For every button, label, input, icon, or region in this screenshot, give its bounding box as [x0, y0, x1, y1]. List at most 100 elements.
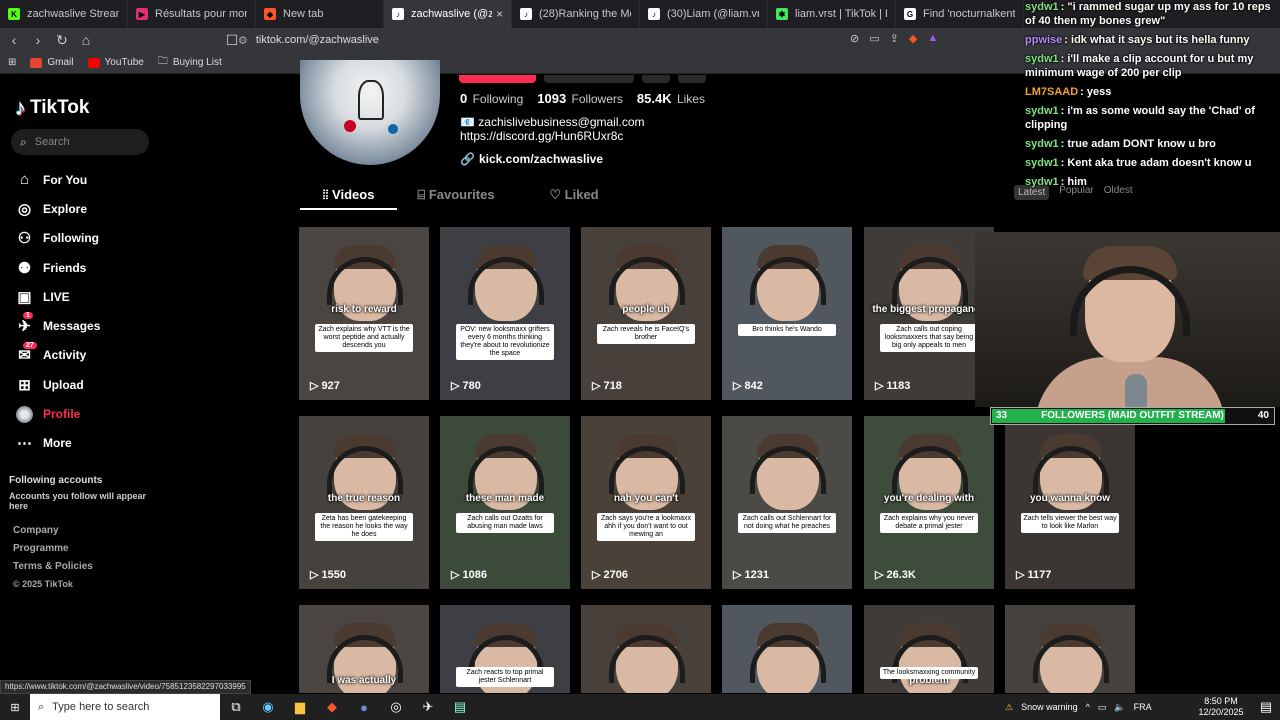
video-card[interactable]: Zach reacts to top primal jester Schlenn…	[440, 605, 570, 693]
video-card[interactable]: these man made Zach calls out Ozatts for …	[440, 416, 570, 589]
followers-label: Followers	[571, 92, 623, 106]
sidebar-item-explore[interactable]: ◎ Explore	[15, 194, 100, 223]
edit-profile-button[interactable]	[459, 75, 536, 83]
no-tracking-icon[interactable]: ⊘	[850, 32, 859, 45]
tab-favicon-icon: ◆	[264, 8, 276, 20]
browser-tab[interactable]: ◆ New tab	[256, 0, 384, 28]
video-card[interactable]: nah you can't Zach says you're a lookmaxx…	[581, 416, 711, 589]
network-icon[interactable]: ▭	[1098, 702, 1107, 713]
taskbar-search-input[interactable]: ⌕ Type here to search	[30, 694, 220, 720]
chat-message: sydw1: i'll make a clip account for u bu…	[1022, 52, 1280, 80]
profile-link[interactable]: 🔗 kick.com/zachwaslive	[460, 152, 603, 166]
sidebar-item-upload[interactable]: ⊞ Upload	[15, 370, 100, 399]
footer-terms-link[interactable]: Terms & Policies	[13, 561, 93, 579]
obs-icon[interactable]: ◎	[380, 694, 412, 720]
video-subcaption: Zach calls out Ozatts for abusing man ma…	[456, 513, 554, 533]
brave-icon[interactable]: ◆	[316, 694, 348, 720]
tab-favourites[interactable]: ⌸ Favourites	[397, 184, 515, 210]
brave-rewards-icon[interactable]: ▲	[927, 32, 938, 45]
sidebar-item-following[interactable]: ⚇ Following	[15, 224, 100, 253]
apps-grid-icon[interactable]: ⊞	[8, 57, 16, 68]
site-info-icon[interactable]: ⚙	[238, 34, 248, 47]
video-card[interactable]: problem The looksmaxxing community	[864, 605, 994, 693]
video-subcaption: Zeta has been gatekeeping the reason he …	[315, 513, 413, 541]
share-icon[interactable]: ⇪	[890, 32, 899, 45]
bookmark-youtube[interactable]: YouTube	[87, 57, 144, 68]
clock[interactable]: 8:50 PM 12/20/2025	[1196, 696, 1246, 718]
app-icon[interactable]: ✈	[412, 694, 444, 720]
sidebar-item-label: LIVE	[43, 289, 70, 304]
sidebar-item-friends[interactable]: ⚉ Friends	[15, 253, 100, 282]
search-input[interactable]: ⌕ Search	[11, 129, 149, 155]
video-caption: you're dealing with	[883, 493, 975, 504]
browser-tab[interactable]: ✱ liam.vrst | TikTok | Linktree	[768, 0, 896, 28]
video-card[interactable]: POV: new looksmaxx grifters every 6 mont…	[440, 227, 570, 400]
video-card[interactable]: Zach calls out Schlennart for not doing …	[722, 416, 852, 589]
sidebar-item-live[interactable]: ▣ LIVE	[15, 282, 100, 311]
task-view-icon[interactable]: ⧉	[220, 694, 252, 720]
video-card[interactable]: I was actually	[299, 605, 429, 693]
tab-title: (30)Liam (@liam.vrst) | Tik	[667, 8, 759, 20]
following-stat[interactable]: 0 Following	[460, 91, 523, 106]
sidebar-item-profile[interactable]: Profile	[15, 399, 100, 428]
footer-company-link[interactable]: Company	[13, 525, 93, 543]
brave-shields-icon[interactable]: ◆	[909, 32, 917, 45]
windows-start-icon[interactable]: ⊞	[0, 694, 30, 720]
weather-text[interactable]: Snow warning	[1021, 702, 1078, 712]
bio-email: 📧 zachislivebusiness@gmail.com	[460, 115, 645, 129]
view-count: ▷ 1086	[451, 568, 487, 582]
settings-button[interactable]	[642, 75, 670, 83]
share-profile-button[interactable]	[678, 75, 706, 83]
video-card[interactable]: you wanna know Zach tells viewer the best…	[1005, 416, 1135, 589]
bookmark-buying-list[interactable]: 🗀 Buying List	[158, 54, 222, 71]
reload-icon[interactable]: ↻	[52, 32, 72, 49]
tiktok-brand-name: TikTok	[30, 97, 90, 118]
video-card[interactable]: you're dealing with Zach explains why you…	[864, 416, 994, 589]
footer-programme-link[interactable]: Programme	[13, 543, 93, 561]
address-url: tiktok.com/@zachwaslive	[255, 34, 379, 46]
promote-button[interactable]	[544, 75, 634, 83]
sidebar-item-more[interactable]: ⋯ More	[15, 429, 100, 458]
chat-username: ppwise	[1025, 34, 1063, 46]
sidebar-item-for-you[interactable]: ⌂ For You	[15, 165, 100, 194]
video-card[interactable]: Bro thinks he's Wando ▷ 842	[722, 227, 852, 400]
sidebar-item-messages[interactable]: ✈ 1 Messages	[15, 311, 100, 340]
profile-link-text: kick.com/zachwaslive	[478, 152, 604, 166]
discord-icon[interactable]: ●	[348, 694, 380, 720]
forward-icon[interactable]: ›	[28, 32, 48, 48]
language-indicator[interactable]: FRA	[1134, 702, 1152, 712]
picture-in-picture-icon[interactable]: ▭	[869, 32, 879, 45]
video-card[interactable]: risk to reward Zach explains why VTT is t…	[299, 227, 429, 400]
close-tab-icon[interactable]: ×	[496, 7, 503, 21]
volume-icon[interactable]: 🔈	[1114, 702, 1125, 713]
back-icon[interactable]: ‹	[4, 32, 24, 48]
video-card[interactable]	[722, 605, 852, 693]
tiktok-logo[interactable]: ♪ TikTok	[15, 95, 89, 121]
browser-tab[interactable]: ▶ Résultats pour montagem	[128, 0, 256, 28]
browser-tab[interactable]: G Find 'nocturnalkent physic	[896, 0, 1024, 28]
view-count: ▷ 927	[310, 379, 340, 393]
home-icon[interactable]: ⌂	[76, 32, 96, 48]
video-card[interactable]: people uh Zach reveals he is FaceIQ's bro…	[581, 227, 711, 400]
bookmark-gmail[interactable]: Gmail	[30, 57, 74, 68]
chat-message: sydw1: "i rammed sugar up my ass for 10 …	[1022, 0, 1280, 28]
browser-tab[interactable]: Kzachwaslive Stream - Watc	[0, 0, 128, 28]
video-card[interactable]: the true reason Zeta has been gatekeeping…	[299, 416, 429, 589]
notes-icon[interactable]: ▤	[444, 694, 476, 720]
followers-stat[interactable]: 1093 Followers	[537, 91, 623, 106]
chat-username: sydw1	[1025, 138, 1059, 150]
sidebar-item-activity[interactable]: ✉ 27 Activity	[15, 341, 100, 370]
warning-icon[interactable]: ⚠	[1005, 702, 1013, 713]
profile-stats: 0 Following 1093 Followers 85.4K Likes	[460, 91, 705, 106]
file-explorer-icon[interactable]: ▆	[284, 694, 316, 720]
browser-tab[interactable]: ♪ zachwaslive (@zachwa ×	[384, 0, 512, 28]
browser-tab[interactable]: ♪ (28)Ranking the Most Crin	[512, 0, 640, 28]
tab-videos[interactable]: ⦙⦙ Videos	[300, 184, 397, 210]
tray-overflow-icon[interactable]: ^	[1086, 702, 1090, 712]
tab-liked[interactable]: ♡ Liked	[515, 184, 633, 210]
notification-icon[interactable]: ▤	[1250, 694, 1280, 720]
copilot-icon[interactable]: ◉	[252, 694, 284, 720]
video-card[interactable]	[581, 605, 711, 693]
browser-tab[interactable]: ♪ (30)Liam (@liam.vrst) | Tik	[640, 0, 768, 28]
video-card[interactable]	[1005, 605, 1135, 693]
